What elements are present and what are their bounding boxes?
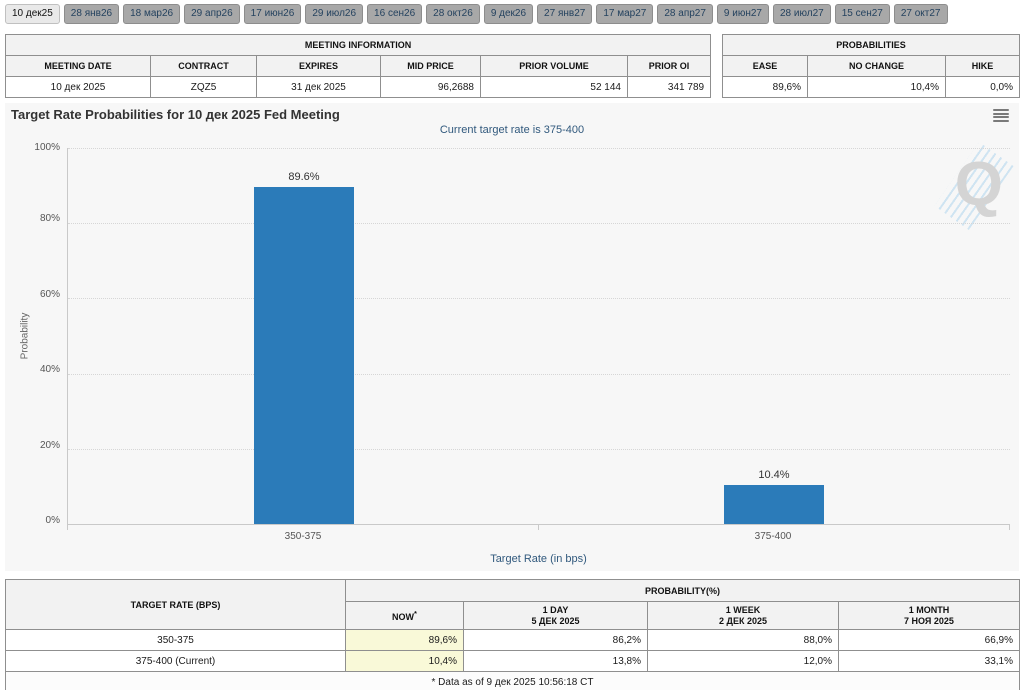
now-label: NOW — [392, 612, 415, 622]
now-asterisk: * — [414, 609, 417, 618]
meeting-tabs: 10 дек25 28 янв26 18 мар26 29 апр26 17 и… — [5, 4, 948, 24]
col-ease: EASE — [722, 55, 808, 77]
month-label: 1 MONTH — [908, 604, 950, 615]
tab-meeting-0[interactable]: 10 дек25 — [5, 4, 60, 24]
gridline-80 — [68, 223, 1010, 225]
rate-cell: 375-400 (Current) — [5, 650, 346, 672]
meeting-info-title: MEETING INFORMATION — [4, 34, 712, 56]
plot-area: 89.6% 10.4% — [67, 148, 1010, 525]
tab-meeting-3[interactable]: 29 апр26 — [184, 4, 240, 24]
ytick-40: 40% — [39, 364, 60, 375]
target-rate-chart: Target Rate Probabilities for 10 дек 202… — [5, 103, 1019, 571]
prior-volume-value: 52 144 — [480, 76, 628, 98]
gridline-40 — [68, 373, 1010, 375]
gridline-60 — [68, 298, 1010, 300]
day-cell: 13,8% — [463, 650, 648, 672]
tab-meeting-12[interactable]: 9 июн27 — [716, 4, 769, 24]
month-cell: 66,9% — [838, 629, 1020, 651]
tab-meeting-2[interactable]: 18 мар26 — [123, 4, 181, 24]
y-axis-title: Probability — [19, 312, 31, 360]
ytick-0: 0% — [45, 515, 60, 526]
probabilities-table: PROBABILITIES EASE NO CHANGE HIKE 89,6% … — [721, 34, 1021, 98]
ease-value: 89,6% — [722, 76, 808, 98]
table-row: 350-375 89,6% 86,2% 88,0% 66,9% — [5, 629, 1020, 651]
col-contract: CONTRACT — [150, 55, 257, 77]
tab-meeting-15[interactable]: 27 окт27 — [893, 4, 948, 24]
col-1-month: 1 MONTH 7 НОЯ 2025 — [838, 601, 1020, 630]
tab-meeting-14[interactable]: 15 сен27 — [834, 4, 890, 24]
table-row: 89,6% 10,4% 0,0% — [722, 76, 1021, 98]
tab-meeting-4[interactable]: 17 июн26 — [243, 4, 302, 24]
tab-meeting-10[interactable]: 17 мар27 — [596, 4, 654, 24]
probability-bar[interactable]: 89.6% — [254, 171, 354, 524]
ytick-60: 60% — [39, 289, 60, 300]
ytick-80: 80% — [39, 213, 60, 224]
month-date: 7 НОЯ 2025 — [904, 615, 954, 626]
xtick-label-375-400: 375-400 — [754, 531, 792, 542]
fedwatch-tool-page: 10 дек25 28 янв26 18 мар26 29 апр26 17 и… — [0, 0, 1024, 690]
expires-value: 31 дек 2025 — [256, 76, 381, 98]
x-axis-title: Target Rate (in bps) — [490, 553, 587, 565]
col-prior-volume: PRIOR VOLUME — [480, 55, 628, 77]
rate-cell: 350-375 — [5, 629, 346, 651]
col-1-day: 1 DAY 5 ДЕК 2025 — [463, 601, 648, 630]
ytick-20: 20% — [39, 440, 60, 451]
meeting-date-value: 10 дек 2025 — [5, 76, 151, 98]
bar-value-label: 10.4% — [758, 468, 790, 481]
tab-meeting-1[interactable]: 28 янв26 — [63, 4, 120, 24]
bar-value-label: 89.6% — [288, 171, 320, 184]
probability-bar[interactable]: 10.4% — [724, 469, 824, 524]
chart-title: Target Rate Probabilities for 10 дек 202… — [11, 107, 340, 122]
probabilities-title: PROBABILITIES — [721, 34, 1021, 56]
table-row: 10 дек 2025 ZQZ5 31 дек 2025 96,2688 52 … — [5, 76, 712, 98]
col-1-week: 1 WEEK 2 ДЕК 2025 — [647, 601, 839, 630]
prior-oi-value: 341 789 — [626, 76, 712, 98]
col-prior-oi: PRIOR OI — [626, 55, 712, 77]
col-hike: HIKE — [944, 55, 1021, 77]
gridline-20 — [68, 448, 1010, 450]
tab-meeting-6[interactable]: 16 сен26 — [367, 4, 423, 24]
col-target-rate: TARGET RATE (BPS) — [5, 579, 346, 630]
tab-meeting-5[interactable]: 29 июл26 — [305, 4, 364, 24]
data-as-of-footnote: * Data as of 9 дек 2025 10:56:18 CT — [5, 671, 1020, 690]
tab-meeting-13[interactable]: 28 июл27 — [773, 4, 831, 24]
meeting-information-table: MEETING INFORMATION MEETING DATE CONTRAC… — [4, 34, 712, 98]
col-expires: EXPIRES — [256, 55, 381, 77]
day-cell: 86,2% — [463, 629, 648, 651]
mid-price-value: 96,2688 — [380, 76, 481, 98]
hike-value: 0,0% — [944, 76, 1021, 98]
probability-history-table: TARGET RATE (BPS) PROBABILITY(%) NOW* 1 … — [5, 579, 1020, 690]
day-date: 5 ДЕК 2025 — [531, 615, 580, 626]
col-now: NOW* — [345, 601, 464, 630]
col-meeting-date: MEETING DATE — [5, 55, 151, 77]
day-label: 1 DAY — [542, 604, 569, 615]
contract-value: ZQZ5 — [150, 76, 257, 98]
no-change-value: 10,4% — [807, 76, 946, 98]
week-cell: 12,0% — [647, 650, 839, 672]
chart-subtitle: Current target rate is 375-400 — [439, 124, 585, 136]
x-axis-tick — [538, 525, 539, 530]
tab-meeting-8[interactable]: 9 дек26 — [483, 4, 534, 24]
week-label: 1 WEEK — [725, 604, 761, 615]
tab-meeting-7[interactable]: 28 окт26 — [426, 4, 480, 24]
xtick-label-350-375: 350-375 — [284, 531, 322, 542]
now-cell: 89,6% — [345, 629, 464, 651]
x-axis-tick — [1009, 525, 1010, 530]
ytick-100: 100% — [34, 142, 60, 153]
tab-meeting-11[interactable]: 28 апр27 — [657, 4, 713, 24]
month-cell: 33,1% — [838, 650, 1020, 672]
x-axis-tick — [67, 525, 68, 530]
col-no-change: NO CHANGE — [807, 55, 946, 77]
tab-meeting-9[interactable]: 27 янв27 — [537, 4, 593, 24]
now-cell: 10,4% — [345, 650, 464, 672]
week-cell: 88,0% — [647, 629, 839, 651]
week-date: 2 ДЕК 2025 — [719, 615, 767, 626]
col-mid-price: MID PRICE — [380, 55, 481, 77]
table-row: 375-400 (Current) 10,4% 13,8% 12,0% 33,1… — [5, 650, 1020, 672]
gridline-100 — [68, 148, 1010, 149]
chart-context-menu-icon[interactable] — [993, 109, 1009, 122]
group-header-probability: PROBABILITY(%) — [345, 579, 1020, 602]
